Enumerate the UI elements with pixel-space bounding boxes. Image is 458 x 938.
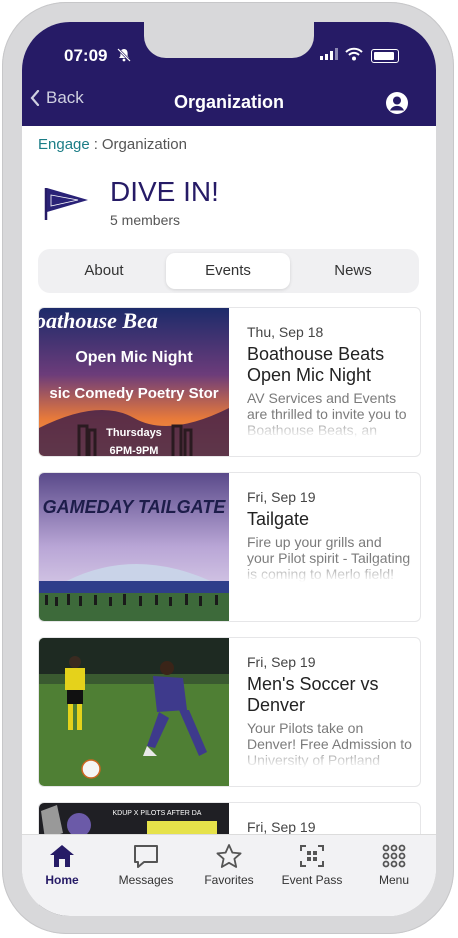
wifi-icon [345,47,363,61]
event-card[interactable]: oathouse Bea Open Mic Night sic Comedy P… [38,307,421,457]
event-date: Fri, Sep 19 [247,654,316,670]
silent-bell-icon [117,48,131,62]
event-description: AV Services and Events are thrilled to i… [247,390,407,438]
breadcrumb-separator: : [93,136,98,153]
status-time: 07:09 [64,46,108,65]
event-photo-mens-soccer [39,638,229,786]
event-description: Fire up your grills and your Pilot spiri… [247,534,411,582]
tabbar-favorites[interactable]: Favorites [189,843,269,887]
grid-menu-icon [382,844,406,868]
event-date: Thu, Sep 18 [247,324,324,340]
bottom-tab-bar: Home Messages Favorites Event Pass Menu [22,834,436,916]
user-avatar-icon [390,96,404,111]
poster-line: sic Comedy Poetry Stor [49,385,218,402]
page-title: Organization [173,92,284,112]
event-card[interactable]: Fri, Sep 19 Men's Soccer vs Denver Your … [38,637,421,787]
tabbar-label: Home [45,873,79,887]
qr-code-icon [300,845,324,867]
breadcrumb-engage-link[interactable]: Engage [38,136,90,153]
cellular-signal-icon [320,48,338,60]
home-icon [50,845,74,867]
poster-line: GAMEDAY TAILGATE [43,497,227,517]
tab-events[interactable]: Events [166,253,290,289]
event-description: Your Pilots take on Denver! Free Admissi… [247,720,412,768]
tabbar-menu[interactable]: Menu [354,843,434,887]
org-name: DIVE IN! [110,176,219,207]
event-poster-boathouse-beats: oathouse Bea Open Mic Night sic Comedy P… [39,308,229,456]
tab-about[interactable]: About [42,253,166,289]
event-title: Boathouse Beats Open Mic Night [247,344,385,385]
tabbar-home[interactable]: Home [22,843,102,887]
tabbar-event-pass[interactable]: Event Pass [272,843,352,887]
breadcrumb: Engage : Organization [38,136,187,153]
message-icon [134,845,158,868]
poster-line: 6PM-9PM [110,445,159,456]
tabbar-label: Messages [118,873,174,887]
tabbar-messages[interactable]: Messages [106,843,186,887]
event-title: Men's Soccer vs Denver [247,674,379,715]
event-date: Fri, Sep 19 [247,489,316,505]
tabbar-label: Menu [378,873,410,887]
poster-line: KDUP X PILOTS AFTER DA [113,810,202,817]
app-screen: 07:09 Back Organization Engage: Organiz… [22,22,436,916]
segment-tabs: About Events News [38,249,419,293]
poster-line: Open Mic Night [75,349,193,366]
tab-news[interactable]: News [291,253,415,289]
star-icon [216,844,242,868]
event-date: Fri, Sep 19 [247,819,316,835]
org-pennant-logo [44,188,88,220]
tabbar-label: Favorites [204,873,254,887]
event-title: Tailgate [247,509,310,529]
poster-line: Thursdays [106,427,162,439]
tabbar-label: Event Pass [281,873,343,887]
event-card[interactable]: GAMEDAY TAILGATE Fri, Sep 19 Tailgate Fi… [38,472,421,622]
poster-line: oathouse Bea [39,308,158,333]
profile-button[interactable] [386,92,408,114]
battery-icon [371,49,399,63]
breadcrumb-current: Organization [101,136,187,153]
app-header: 07:09 Back Organization [22,22,436,126]
event-photo-tailgate: GAMEDAY TAILGATE [39,473,229,621]
device-notch [144,22,314,58]
org-member-count: 5 members [110,212,181,228]
